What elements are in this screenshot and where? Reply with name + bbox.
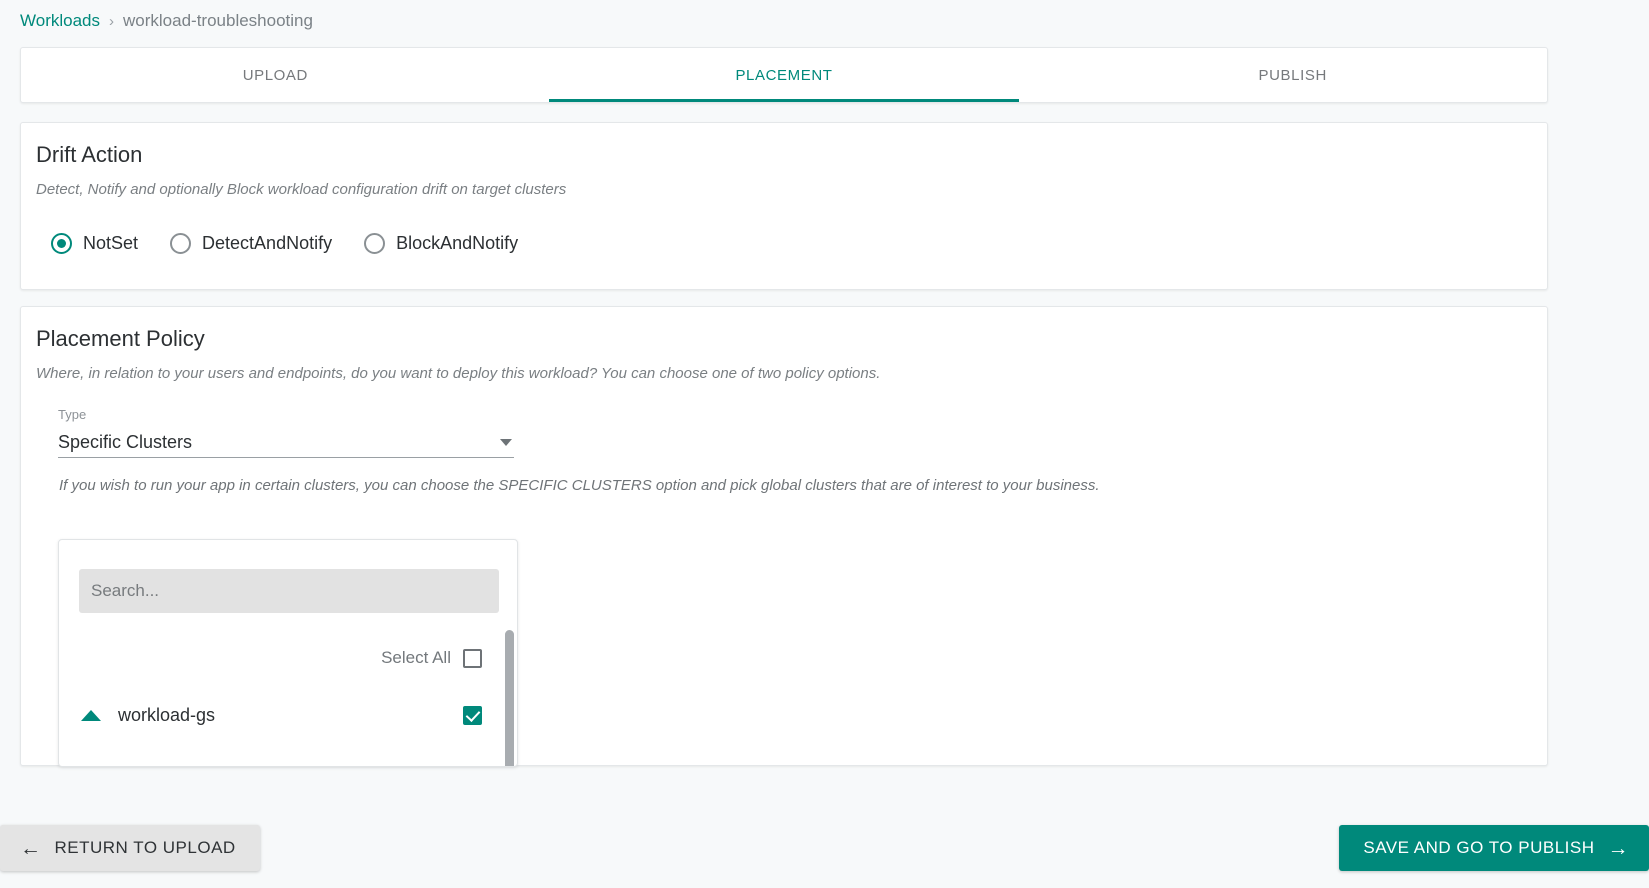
drift-action-description: Detect, Notify and optionally Block work… [36,181,567,198]
placement-page: Workloads › workload-troubleshooting UPL… [0,0,1649,888]
wizard-footer: ← RETURN TO UPLOAD SAVE AND GO TO PUBLIS… [0,807,1649,888]
policy-type-hint: If you wish to run your app in certain c… [59,477,1100,494]
placement-policy-description: Where, in relation to your users and end… [36,365,881,382]
policy-type-label: Type [58,407,87,422]
wizard-tabbar: UPLOAD PLACEMENT PUBLISH [20,47,1548,103]
triangle-up-icon[interactable] [81,710,101,721]
select-all-label: Select All [381,648,451,667]
radio-label-blockandnotify: BlockAndNotify [396,233,519,253]
breadcrumb: Workloads › workload-troubleshooting [20,11,313,31]
cluster-checkbox[interactable] [463,706,482,725]
radio-label-detectandnotify: DetectAndNotify [202,233,333,253]
radio-label-notset: NotSet [83,233,139,253]
tab-publish-label: PUBLISH [1258,66,1327,84]
policy-type-select[interactable]: Specific Clusters [58,428,514,458]
breadcrumb-separator-icon: › [109,12,114,30]
breadcrumb-root-link[interactable]: Workloads [20,11,100,31]
cluster-list-item[interactable]: workload-gs [59,705,500,726]
save-and-go-to-publish-button[interactable]: SAVE AND GO TO PUBLISH → [1339,825,1649,871]
placement-policy-title: Placement Policy [36,326,205,351]
cluster-selector-panel: Select All workload-gs [58,539,518,767]
radio-marker-notset [51,233,72,254]
radio-option-detectandnotify[interactable]: DetectAndNotify [170,233,332,254]
select-all-row[interactable]: Select All [59,648,500,668]
breadcrumb-current: workload-troubleshooting [123,11,313,30]
radio-option-notset[interactable]: NotSet [51,233,138,254]
drift-action-radio-group: NotSet DetectAndNotify BlockAndNotify [51,233,550,254]
save-and-go-to-publish-label: SAVE AND GO TO PUBLISH [1363,838,1595,857]
radio-marker-detectandnotify [170,233,192,254]
cluster-search-input[interactable] [79,569,499,613]
tab-placement-label: PLACEMENT [735,66,833,84]
cluster-list-scrollbar[interactable] [505,630,514,766]
arrow-right-icon: → [1607,836,1629,860]
cluster-name-label: workload-gs [118,705,216,725]
tab-upload-label: UPLOAD [242,66,308,84]
tab-upload[interactable]: UPLOAD [21,48,530,102]
drift-action-card: Drift Action Detect, Notify and optional… [20,122,1548,290]
arrow-left-icon: ← [20,836,42,860]
placement-policy-card: Placement Policy Where, in relation to y… [20,306,1548,767]
policy-type-field: Type Specific Clusters [58,407,514,458]
drift-action-title: Drift Action [36,142,143,167]
tab-publish[interactable]: PUBLISH [1038,48,1547,102]
policy-type-value: Specific Clusters [58,432,193,452]
return-to-upload-button[interactable]: ← RETURN TO UPLOAD [0,825,260,871]
radio-option-blockandnotify[interactable]: BlockAndNotify [364,233,518,254]
tab-placement[interactable]: PLACEMENT [530,48,1039,102]
radio-marker-blockandnotify [364,233,386,254]
select-all-checkbox[interactable] [463,648,482,668]
chevron-down-icon [500,439,512,446]
return-to-upload-label: RETURN TO UPLOAD [54,838,236,857]
